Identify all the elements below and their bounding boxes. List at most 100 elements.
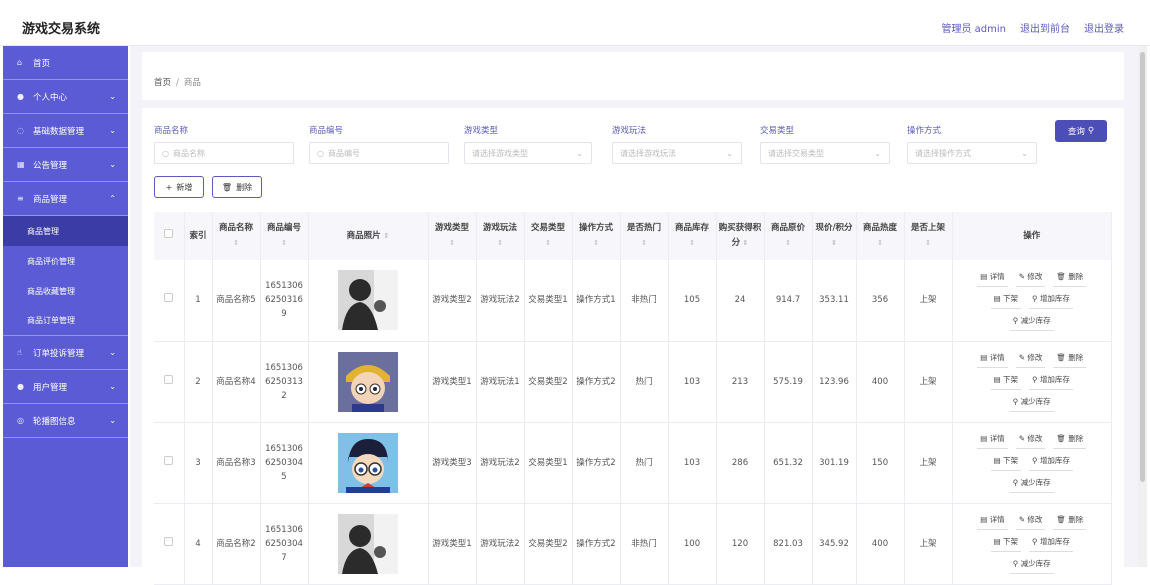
- delete-row-button[interactable]: 🗑 删除: [1053, 432, 1087, 449]
- row-select-cell[interactable]: [154, 503, 185, 585]
- row-checkbox[interactable]: [164, 536, 174, 546]
- goods-photo[interactable]: [338, 432, 398, 493]
- delete-row-button[interactable]: 🗑 删除: [1053, 513, 1087, 530]
- sidebar-item-basic-data[interactable]: ◌ 基础数据管理 ⌄: [3, 114, 128, 148]
- sidebar-item-complaint[interactable]: ☝ 订单投诉管理 ⌄: [3, 336, 128, 370]
- cell-code: 16513066250316 9: [260, 260, 309, 342]
- doc-icon: ▤: [993, 456, 1001, 465]
- detail-button[interactable]: ▤ 详情: [977, 270, 1008, 287]
- header-photo[interactable]: 商品照片 ⇕: [308, 212, 429, 260]
- header-heat[interactable]: 商品热度 ⇕: [856, 212, 905, 260]
- sidebar-item-goods[interactable]: ≡ 商品管理 ⌃: [3, 182, 128, 216]
- decrease-stock-button[interactable]: ⚲ 减少库存: [1009, 314, 1054, 331]
- trade-type-select[interactable]: 请选择交易类型 ⌄: [760, 142, 890, 164]
- sidebar-item-notice[interactable]: ▦ 公告管理 ⌄: [3, 148, 128, 182]
- sidebar-subitem-goods-manage[interactable]: 商品管理: [3, 216, 128, 246]
- off-shelf-button[interactable]: ▤ 下架: [990, 292, 1022, 309]
- row-select-cell[interactable]: [154, 260, 185, 342]
- header-now-price[interactable]: 现价/积分 ⇕: [812, 212, 857, 260]
- edit-button[interactable]: ✎ 修改: [1015, 270, 1046, 287]
- sort-icon[interactable]: ⇕: [479, 236, 522, 251]
- decrease-stock-button[interactable]: ⚲ 减少库存: [1009, 557, 1054, 574]
- sort-icon[interactable]: ⇕: [831, 239, 837, 247]
- sort-icon[interactable]: ⇕: [431, 236, 474, 251]
- goods-photo[interactable]: [338, 351, 398, 412]
- delete-button[interactable]: 🗑 删除: [212, 176, 262, 198]
- sidebar-item-users[interactable]: ● 用户管理 ⌄: [3, 370, 128, 404]
- sidebar-subitem-goods-review[interactable]: 商品评价管理: [3, 246, 128, 276]
- sort-icon[interactable]: ⇕: [767, 236, 810, 251]
- header-stock[interactable]: 商品库存 ⇕: [668, 212, 717, 260]
- sort-icon[interactable]: ⇕: [215, 236, 258, 251]
- game-play-select[interactable]: 请选择游戏玩法 ⌄: [612, 142, 742, 164]
- row-checkbox[interactable]: [164, 455, 174, 465]
- filter-goods-code: 商品编号 ○ 商品编号: [309, 124, 449, 164]
- goods-name-input[interactable]: ○ 商品名称: [154, 142, 294, 164]
- detail-button[interactable]: ▤ 详情: [977, 351, 1008, 368]
- detail-button[interactable]: ▤ 详情: [977, 513, 1008, 530]
- row-checkbox[interactable]: [164, 374, 174, 384]
- sort-icon[interactable]: ⇕: [575, 236, 618, 251]
- game-type-select[interactable]: 请选择游戏类型 ⌄: [464, 142, 592, 164]
- header-game-play[interactable]: 游戏玩法 ⇕: [476, 212, 525, 260]
- header-points[interactable]: 购买获得积分 ⇕: [716, 212, 765, 260]
- select-all-checkbox[interactable]: [164, 228, 174, 238]
- sort-icon[interactable]: ⇕: [907, 236, 950, 251]
- header-hot[interactable]: 是否热门 ⇕: [620, 212, 669, 260]
- header-name[interactable]: 商品名称 ⇕: [212, 212, 261, 260]
- edit-button[interactable]: ✎ 修改: [1015, 513, 1046, 530]
- sort-icon[interactable]: ⇕: [859, 236, 902, 251]
- sort-icon[interactable]: ⇕: [384, 232, 390, 240]
- to-front-link[interactable]: 退出到前台: [1020, 20, 1070, 35]
- header-code[interactable]: 商品编号 ⇕: [260, 212, 309, 260]
- increase-stock-button[interactable]: ⚲ 增加库存: [1029, 454, 1073, 471]
- breadcrumb-home[interactable]: 首页: [154, 78, 171, 88]
- logout-link[interactable]: 退出登录: [1084, 20, 1124, 35]
- header-game-type[interactable]: 游戏类型 ⇕: [428, 212, 477, 260]
- sidebar-subitem-goods-favorite[interactable]: 商品收藏管理: [3, 276, 128, 306]
- select-all-header[interactable]: [154, 212, 185, 260]
- delete-row-button[interactable]: 🗑 删除: [1053, 270, 1087, 287]
- edit-button[interactable]: ✎ 修改: [1015, 432, 1046, 449]
- goods-code-input[interactable]: ○ 商品编号: [309, 142, 449, 164]
- cell-now-price: 353.11: [812, 260, 857, 342]
- scrollbar-thumb[interactable]: [1140, 52, 1145, 482]
- off-shelf-button[interactable]: ▤ 下架: [990, 454, 1022, 471]
- sort-icon[interactable]: ⇕: [527, 236, 570, 251]
- off-shelf-button[interactable]: ▤ 下架: [990, 535, 1022, 552]
- decrease-stock-button[interactable]: ⚲ 减少库存: [1009, 476, 1054, 493]
- sidebar-item-home[interactable]: ⌂ 首页: [3, 46, 128, 80]
- admin-label[interactable]: 管理员 admin: [941, 20, 1006, 35]
- sort-icon[interactable]: ⇕: [740, 239, 749, 247]
- sort-icon[interactable]: ⇕: [671, 236, 714, 251]
- goods-photo[interactable]: [338, 513, 398, 574]
- increase-stock-button[interactable]: ⚲ 增加库存: [1029, 373, 1073, 390]
- row-select-cell[interactable]: [154, 341, 185, 423]
- decrease-stock-button[interactable]: ⚲ 减少库存: [1009, 395, 1054, 412]
- sidebar-item-carousel[interactable]: ◎ 轮播图信息 ⌄: [3, 404, 128, 438]
- increase-stock-button[interactable]: ⚲ 增加库存: [1029, 292, 1073, 309]
- header-trade-type[interactable]: 交易类型 ⇕: [524, 212, 573, 260]
- filter-label: 游戏玩法: [612, 126, 647, 136]
- op-way-select[interactable]: 请选择操作方式 ⌄: [907, 142, 1037, 164]
- header-op-way[interactable]: 操作方式 ⇕: [572, 212, 621, 260]
- vertical-scrollbar[interactable]: [1138, 46, 1147, 567]
- sidebar-subitem-goods-order[interactable]: 商品订单管理: [3, 306, 128, 336]
- sort-icon[interactable]: ⇕: [263, 236, 306, 251]
- query-button[interactable]: 查询 ⚲: [1055, 120, 1107, 142]
- row-checkbox[interactable]: [164, 293, 174, 303]
- delete-row-button[interactable]: 🗑 删除: [1053, 351, 1087, 368]
- add-button[interactable]: + 新增: [154, 176, 204, 198]
- row-select-cell[interactable]: [154, 422, 185, 504]
- detail-button[interactable]: ▤ 详情: [977, 432, 1008, 449]
- chevron-down-icon: ⌄: [576, 148, 583, 158]
- sort-icon[interactable]: ⇕: [623, 236, 666, 251]
- sidebar-item-profile[interactable]: ● 个人中心 ⌄: [3, 80, 128, 114]
- increase-stock-button[interactable]: ⚲ 增加库存: [1029, 535, 1073, 552]
- header-orig-price[interactable]: 商品原价 ⇕: [764, 212, 813, 260]
- goods-photo[interactable]: [338, 270, 398, 331]
- header-shelf[interactable]: 是否上架 ⇕: [904, 212, 953, 260]
- off-shelf-button[interactable]: ▤ 下架: [990, 373, 1022, 390]
- edit-button[interactable]: ✎ 修改: [1015, 351, 1046, 368]
- home-icon: ⌂: [17, 58, 23, 67]
